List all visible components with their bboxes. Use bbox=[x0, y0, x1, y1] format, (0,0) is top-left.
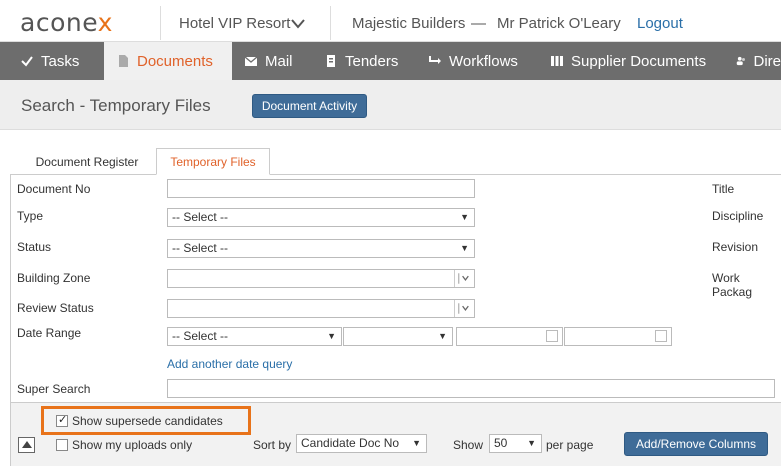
nav-tab-workflows[interactable]: Workflows bbox=[416, 42, 536, 80]
workflow-icon bbox=[429, 56, 441, 64]
review-status-label: Review Status bbox=[17, 301, 94, 315]
logo-text: acone bbox=[20, 8, 98, 37]
tab-document-register[interactable]: Document Register bbox=[20, 148, 154, 175]
document-activity-button[interactable]: Document Activity bbox=[252, 94, 367, 118]
show-label: Show bbox=[453, 438, 484, 452]
date-range-label: Date Range bbox=[17, 326, 82, 340]
nav-label: Tasks bbox=[41, 52, 80, 70]
super-search-label: Super Search bbox=[17, 382, 91, 396]
logo-accent: x bbox=[97, 8, 113, 37]
nav-tab-tenders[interactable]: Tenders bbox=[314, 42, 414, 80]
document-icon bbox=[119, 55, 128, 67]
date-to-input[interactable] bbox=[564, 327, 672, 346]
discipline-label: Discipline bbox=[712, 209, 764, 223]
status-select[interactable]: -- Select -- ▼ bbox=[167, 239, 475, 258]
per-page-label: per page bbox=[546, 438, 594, 452]
collapse-up-button[interactable] bbox=[18, 437, 35, 453]
status-label: Status bbox=[17, 240, 52, 254]
dropdown-arrow-icon: ▼ bbox=[460, 243, 469, 253]
status-select-value: -- Select -- bbox=[172, 241, 229, 255]
nav-tab-documents[interactable]: Documents bbox=[104, 42, 232, 80]
dropdown-arrow-icon: ▼ bbox=[527, 438, 536, 448]
document-no-input[interactable] bbox=[167, 179, 475, 198]
people-icon bbox=[736, 56, 745, 66]
page-header: Search - Temporary Files bbox=[0, 80, 781, 130]
building-zone-label: Building Zone bbox=[17, 271, 91, 285]
project-selector[interactable]: Hotel VIP Resort bbox=[179, 15, 290, 32]
aconex-logo[interactable]: aconex bbox=[20, 8, 113, 37]
show-uploads-label[interactable]: Show my uploads only bbox=[72, 438, 192, 452]
dropdown-arrow-icon: ▼ bbox=[460, 212, 469, 222]
tender-icon bbox=[327, 55, 335, 67]
sort-by-label: Sort by bbox=[253, 438, 292, 452]
multiselect-icon bbox=[454, 270, 469, 287]
sort-by-value: Candidate Doc No bbox=[301, 436, 400, 450]
tab-temporary-files[interactable]: Temporary Files bbox=[156, 148, 270, 175]
show-supersede-label[interactable]: Show supersede candidates bbox=[72, 414, 223, 428]
nav-tab-mail[interactable]: Mail bbox=[232, 42, 314, 80]
organization-name: Majestic Builders bbox=[352, 15, 466, 32]
page-title: Search - Temporary Files bbox=[21, 96, 211, 115]
review-status-multiselect[interactable] bbox=[167, 299, 475, 318]
nav-tab-tasks[interactable]: Tasks bbox=[8, 42, 108, 80]
calendar-icon[interactable] bbox=[546, 330, 558, 342]
show-uploads-checkbox[interactable] bbox=[56, 439, 68, 451]
nav-label: Workflows bbox=[449, 52, 518, 70]
nav-label: Mail bbox=[265, 52, 293, 70]
supplier-docs-icon bbox=[551, 56, 563, 66]
nav-tab-supplier-documents[interactable]: Supplier Documents bbox=[538, 42, 718, 80]
add-remove-columns-button[interactable]: Add/Remove Columns bbox=[624, 432, 768, 456]
type-select-value: -- Select -- bbox=[172, 210, 229, 224]
sort-by-select[interactable]: Candidate Doc No ▼ bbox=[296, 434, 427, 453]
page-size-value: 50 bbox=[494, 436, 508, 450]
header-divider bbox=[160, 6, 161, 40]
dropdown-arrow-icon: ▼ bbox=[438, 331, 447, 341]
nav-label: Tenders bbox=[345, 52, 399, 70]
page-size-select[interactable]: 50 ▼ bbox=[489, 434, 542, 453]
mail-icon bbox=[244, 56, 258, 66]
dropdown-arrow-icon: ▼ bbox=[327, 331, 336, 341]
nav-label: Dire bbox=[753, 52, 781, 70]
type-label: Type bbox=[17, 209, 44, 223]
revision-label: Revision bbox=[712, 240, 759, 254]
super-search-input[interactable] bbox=[167, 379, 775, 398]
main-nav: Tasks Documents Mail Tenders Workflows S… bbox=[0, 42, 781, 80]
date-range-select-value: -- Select -- bbox=[172, 329, 229, 343]
document-no-label: Document No bbox=[17, 182, 91, 196]
top-header: aconex Hotel VIP Resort Majestic Builder… bbox=[0, 0, 781, 42]
title-label: Title bbox=[712, 182, 735, 196]
calendar-icon[interactable] bbox=[655, 330, 667, 342]
header-separator: — bbox=[471, 15, 486, 32]
header-divider bbox=[330, 6, 331, 40]
nav-tab-directory[interactable]: Dire bbox=[724, 42, 781, 80]
nav-label: Supplier Documents bbox=[571, 52, 707, 70]
type-select[interactable]: -- Select -- ▼ bbox=[167, 208, 475, 227]
logout-link[interactable]: Logout bbox=[637, 15, 683, 32]
date-range-type-select[interactable]: -- Select -- ▼ bbox=[167, 327, 342, 346]
date-from-input[interactable] bbox=[456, 327, 563, 346]
nav-label: Documents bbox=[137, 52, 213, 70]
chevron-down-icon[interactable] bbox=[289, 17, 307, 31]
building-zone-multiselect[interactable] bbox=[167, 269, 475, 288]
check-icon bbox=[21, 56, 33, 67]
show-supersede-checkbox[interactable] bbox=[56, 413, 68, 427]
work-package-label: Work Packag bbox=[712, 271, 753, 299]
add-date-query-link[interactable]: Add another date query bbox=[167, 357, 292, 371]
dropdown-arrow-icon: ▼ bbox=[412, 438, 421, 448]
date-range-operator-select[interactable]: ▼ bbox=[343, 327, 453, 346]
multiselect-icon bbox=[454, 300, 469, 317]
user-name[interactable]: Mr Patrick O'Leary bbox=[497, 15, 621, 32]
